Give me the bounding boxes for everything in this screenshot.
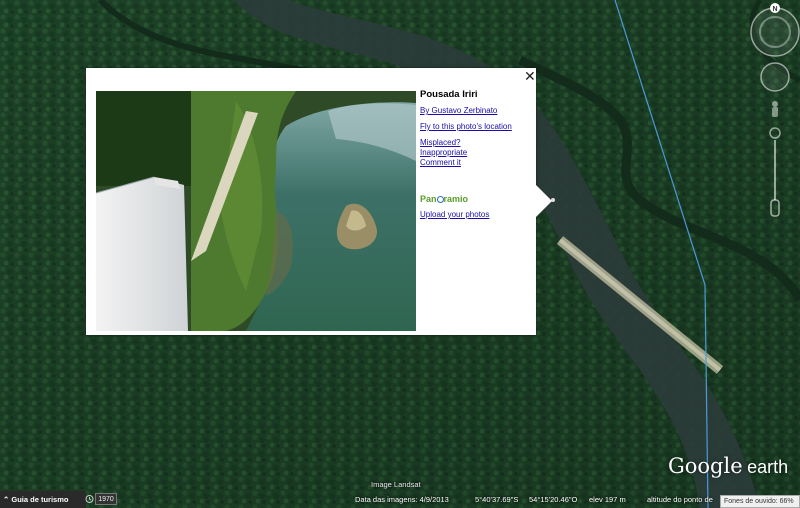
streaming-status: Fones de ouvido: 66% — [720, 495, 800, 508]
panoramio-photo[interactable] — [96, 91, 416, 331]
navigation-controls[interactable]: N — [750, 0, 800, 230]
panoramio-logo-post: ramio — [443, 194, 469, 204]
author-link[interactable]: By Gustavo Zerbinato — [420, 106, 532, 116]
elevation-readout: elev 197 m — [589, 495, 626, 504]
google-earth-logo: Google earth — [668, 454, 788, 478]
compass-icon[interactable]: N — [750, 3, 800, 57]
street-view-pegman-icon[interactable] — [772, 101, 778, 117]
imagery-date: Data das imagens: 4/9/2013 — [355, 495, 449, 504]
zoom-slider-icon[interactable] — [769, 127, 781, 217]
eye-altitude-readout: altitude do ponto de — [647, 495, 713, 504]
balloon-pointer — [536, 185, 552, 217]
historical-year-badge[interactable]: 1970 — [95, 493, 117, 505]
north-label: N — [772, 6, 777, 13]
panoramio-logo-pre: Pan — [420, 194, 437, 204]
look-joystick-icon[interactable] — [760, 62, 790, 92]
tour-guide-button[interactable]: ⌃ Guia de turismo — [0, 491, 86, 508]
photo-title: Pousada Iriri — [420, 89, 478, 100]
comment-link[interactable]: Comment it — [420, 158, 532, 168]
historical-imagery-clock-icon[interactable] — [85, 493, 94, 505]
inappropriate-link[interactable]: Inappropriate — [420, 148, 532, 158]
photo-info-balloon: ✕ Pousada Iriri By Gustavo Zerbinato Fly… — [86, 68, 552, 335]
fly-to-location-link[interactable]: Fly to this photo's location — [420, 122, 532, 132]
photo-info-panel: Pousada Iriri By Gustavo Zerbinato Fly t… — [420, 90, 532, 220]
longitude-readout: 54°15'20.46"O — [529, 495, 578, 504]
panoramio-o-icon — [436, 196, 444, 203]
logo-earth: earth — [747, 457, 789, 477]
panoramio-logo[interactable]: Pan ramio — [420, 194, 532, 204]
image-credit: Image Landsat — [371, 480, 421, 489]
upload-photos-link[interactable]: Upload your photos — [420, 210, 532, 220]
logo-google: Google — [668, 454, 743, 478]
tour-guide-label: Guia de turismo — [11, 495, 69, 504]
latitude-readout: 5°40'37.69"S — [475, 495, 519, 504]
close-icon[interactable]: ✕ — [524, 69, 536, 85]
misplaced-link[interactable]: Misplaced? — [420, 138, 532, 148]
aerial-photo-image — [96, 91, 416, 331]
